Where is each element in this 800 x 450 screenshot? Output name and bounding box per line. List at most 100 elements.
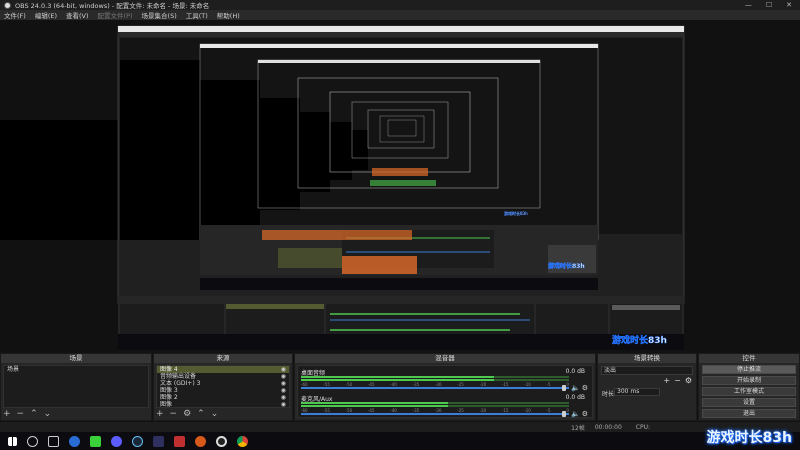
duration-input[interactable]: 300 ms (614, 388, 660, 396)
volume-knob-1[interactable] (561, 411, 566, 417)
title-bar: OBS 24.0.3 (64-bit, windows) - 配置文件: 未命名… (0, 0, 800, 10)
meter-tick-label: -30 (434, 382, 442, 387)
source-item[interactable]: 音频输出设备 ◉ (157, 373, 289, 380)
source-label: 音频输出设备 (160, 373, 197, 380)
scene-item[interactable]: 场景 (4, 366, 148, 373)
settings-button[interactable]: 设置 (702, 398, 796, 407)
eye-icon[interactable]: ◉ (281, 373, 286, 380)
volume-knob-0[interactable] (561, 385, 566, 391)
meter-tick-label: -15 (501, 382, 509, 387)
preview-canvas[interactable]: 游戏时长83h 游戏时长83h 游戏时长83h (0, 20, 800, 350)
meter-fill-0b (301, 379, 494, 381)
duration-label: 时长 (602, 391, 615, 398)
meter-tick-label: -50 (345, 382, 353, 387)
source-item[interactable]: 图像 4 ◉ (157, 366, 289, 373)
remove-source-button[interactable]: − (170, 409, 178, 419)
task-view-icon[interactable] (48, 435, 59, 447)
close-button[interactable]: ✕ (786, 1, 792, 9)
steam-icon[interactable] (132, 435, 143, 447)
exit-button[interactable]: 退出 (702, 409, 796, 418)
audio-meter (301, 405, 569, 407)
source-label: 图像 2 (160, 394, 178, 401)
eye-icon[interactable]: ◉ (281, 380, 286, 387)
remove-scene-button[interactable]: − (17, 409, 25, 419)
obs-taskbar-icon[interactable] (216, 435, 227, 447)
add-scene-button[interactable]: + (3, 409, 11, 419)
start-recording-button[interactable]: 开始录制 (702, 376, 796, 385)
move-scene-down-button[interactable]: ⌄ (44, 409, 52, 419)
mixer-track-desktop: 桌面音频 0.0 dB -60 -55 -50 -45 -40 -35 -30 -25 -20-… (301, 368, 589, 392)
menu-view[interactable]: 查看(V) (66, 10, 89, 20)
volume-slider[interactable] (301, 411, 569, 417)
minimize-button[interactable]: — (745, 1, 752, 9)
app-icon[interactable] (195, 435, 206, 447)
eye-icon[interactable]: ◉ (281, 394, 286, 401)
source-item[interactable]: 图像 ◉ (157, 401, 289, 408)
audio-meter (301, 402, 569, 404)
meter-tick-label: -5 (546, 382, 551, 387)
track-db: 0.0 dB (565, 394, 585, 401)
cortana-search-icon[interactable] (27, 435, 38, 447)
windows-taskbar (0, 432, 800, 450)
game-app-icon[interactable] (90, 435, 101, 447)
meter-tick-label: -25 (457, 382, 464, 387)
meter-tick-label: -10 (524, 382, 531, 387)
stop-streaming-button[interactable]: 停止推流 (702, 365, 796, 374)
source-item[interactable]: 图像 3 ◉ (157, 387, 289, 394)
maximize-button[interactable]: ☐ (766, 1, 772, 9)
meter-tick-label: -30 (434, 408, 442, 413)
source-properties-gear-icon[interactable]: ⚙ (183, 409, 191, 419)
speaker-icon[interactable]: 🔈 (571, 384, 580, 392)
speaker-icon[interactable]: 🔈 (571, 410, 580, 418)
move-scene-up-button[interactable]: ⌃ (30, 409, 38, 419)
menu-profile[interactable]: 配置文件(P) (98, 10, 133, 20)
sources-dock: 来源 图像 4 ◉ 音频输出设备 ◉ 文本 (GDI+) 3 ◉ 图像 3 ◉ 图像 2… (153, 353, 293, 421)
app-icon[interactable] (153, 435, 164, 447)
move-source-up-button[interactable]: ⌃ (197, 409, 205, 419)
add-source-button[interactable]: + (156, 409, 164, 419)
gear-icon[interactable]: ⚙ (582, 384, 588, 392)
meter-fill-1 (301, 402, 449, 404)
menu-scene-collection[interactable]: 场景集合(S) (142, 10, 177, 20)
transition-gear-icon[interactable]: ⚙ (685, 376, 692, 385)
source-label: 图像 3 (160, 387, 178, 394)
eye-icon[interactable]: ◉ (281, 366, 286, 373)
chrome-icon[interactable] (237, 435, 248, 447)
menu-edit[interactable]: 编辑(E) (35, 10, 57, 20)
mixer-track-mic: 麦克风/Aux 0.0 dB -60 -55 -50 -45 -40 -35 -30 -25-… (301, 394, 589, 418)
meter-ticks: -60 -55 -50 -45 -40 -35 -30 -25 -20 -15 -10 -5 0 (301, 382, 569, 387)
app-icon[interactable] (174, 435, 185, 447)
app-icon[interactable] (111, 435, 122, 447)
menu-tools[interactable]: 工具(T) (186, 10, 208, 20)
eye-icon[interactable]: ◉ (281, 401, 286, 408)
source-label: 图像 (160, 401, 173, 408)
meter-tick-label: 0 (566, 382, 569, 387)
gear-icon[interactable]: ⚙ (582, 410, 588, 418)
move-source-down-button[interactable]: ⌄ (211, 409, 219, 419)
meter-tick-label: -55 (323, 408, 330, 413)
source-label: 图像 4 (160, 366, 178, 373)
meter-tick-label: -5 (546, 408, 551, 413)
transitions-dock: 场景转换 淡出 + − ⚙ 时长 300 ms (597, 353, 697, 421)
scenes-dock-title: 场景 (1, 354, 151, 363)
transition-type-select[interactable]: 淡出 (601, 366, 693, 375)
meter-tick-label: -45 (367, 382, 375, 387)
meter-tick-label: -20 (479, 408, 487, 413)
remove-transition-button[interactable]: − (674, 376, 681, 385)
windows-start-icon[interactable] (8, 436, 17, 446)
studio-mode-button[interactable]: 工作室模式 (702, 387, 796, 396)
add-transition-button[interactable]: + (663, 376, 670, 385)
meter-tick-label: -15 (501, 408, 509, 413)
audio-meter (301, 379, 569, 381)
source-item[interactable]: 图像 2 ◉ (157, 394, 289, 401)
volume-slider[interactable] (301, 385, 569, 391)
svg-text:游戏时长83h: 游戏时长83h (612, 334, 667, 346)
source-item[interactable]: 文本 (GDI+) 3 ◉ (157, 380, 289, 387)
track-db: 0.0 dB (565, 368, 585, 375)
elapsed-time: 00:00:00 (594, 423, 622, 431)
browser-icon[interactable] (69, 435, 80, 447)
menu-file[interactable]: 文件(F) (4, 10, 26, 20)
eye-icon[interactable]: ◉ (281, 387, 286, 394)
cpu-label: CPU: (635, 423, 650, 431)
menu-help[interactable]: 帮助(H) (217, 10, 240, 20)
